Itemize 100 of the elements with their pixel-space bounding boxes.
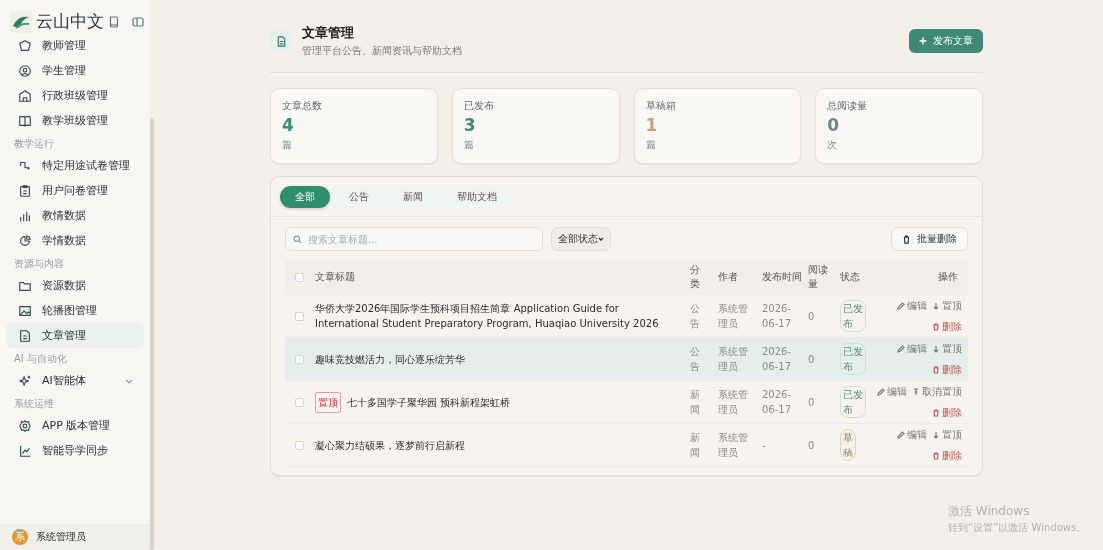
read-count-cell: 0: [808, 396, 815, 408]
stat-label: 总阅读量: [827, 99, 869, 113]
activation-notice-title: 激活 Windows: [948, 503, 1031, 520]
sidebar-item[interactable]: 资源数据: [6, 273, 144, 298]
user-avatar: 系: [12, 529, 28, 545]
column-header: 阅读量: [808, 263, 829, 291]
date-cell-text: 2026-06-17: [762, 388, 793, 417]
delete-button[interactable]: 删除: [932, 402, 962, 423]
edit-button[interactable]: 编辑: [897, 338, 927, 359]
edit-button[interactable]: 编辑: [877, 381, 907, 402]
article-title[interactable]: 七十多国学子聚华园 预科新程架虹桥: [347, 394, 511, 410]
sidebar-item[interactable]: 用户问卷管理: [6, 178, 144, 203]
pencil-icon: [877, 387, 885, 396]
select-all-checkbox[interactable]: [295, 272, 304, 282]
article-title[interactable]: 凝心聚力结硕果，逐梦前行启新程: [315, 437, 465, 453]
nav-section-heading: 教学运行: [13, 137, 55, 151]
pin-button[interactable]: 置顶: [932, 338, 962, 359]
stat-value: 4: [282, 115, 295, 135]
category-tab[interactable]: 帮助文档: [442, 186, 512, 208]
pin-icon: [932, 344, 940, 353]
category-tab[interactable]: 新闻: [388, 186, 438, 208]
article-title[interactable]: 趣味竞技燃活力，同心逐乐绽芳华: [315, 351, 465, 367]
sidebar-item[interactable]: 轮播图管理: [6, 298, 144, 323]
category-tab[interactable]: 全部: [280, 186, 330, 208]
status-badge: 已发布: [840, 386, 866, 418]
chevron-down-icon: [598, 236, 604, 242]
pencil-icon: [897, 430, 905, 439]
trash-icon: [902, 234, 911, 244]
status-filter-dropdown[interactable]: 全部状态: [551, 227, 611, 251]
category-tab[interactable]: 公告: [334, 186, 384, 208]
sidebar-item[interactable]: AI智能体: [6, 368, 144, 393]
sidebar-item[interactable]: APP 版本管理: [6, 413, 144, 438]
table-row[interactable]: 置顶 七十多国学子聚华园 预科新程架虹桥 新闻 系统管理员 2026-06-17 0 已发布 编辑 取消置顶 删除: [285, 381, 968, 424]
sidebar-toggle-icon[interactable]: [132, 15, 144, 28]
read-count-cell: 0: [808, 439, 815, 451]
pinned-tag: 置顶: [315, 391, 341, 413]
bulk-delete-button[interactable]: 批量删除: [891, 227, 968, 251]
date-cell-text: 2026-06-17: [762, 302, 793, 331]
column-header: 文章标题: [315, 270, 355, 284]
plus-icon: [919, 37, 927, 45]
unpin-button[interactable]: 取消置顶: [912, 381, 962, 402]
nav-section-heading: 系统运维: [13, 397, 55, 411]
page-subtitle: 管理平台公告、新闻资讯与帮助文档: [302, 44, 462, 58]
category-cell-text: 公告: [690, 302, 701, 331]
edit-button[interactable]: 编辑: [897, 424, 927, 445]
nav-section-heading: 资源与内容: [13, 257, 65, 271]
row-checkbox[interactable]: [295, 354, 304, 364]
table-row[interactable]: 凝心聚力结硕果，逐梦前行启新程 新闻 系统管理员 - 0 草稿 编辑 置顶 删除: [285, 424, 968, 467]
pin-button[interactable]: 置顶: [932, 295, 962, 316]
page-title: 文章管理: [302, 24, 355, 42]
sidebar-item[interactable]: 教情数据: [6, 203, 144, 228]
table-row[interactable]: 趣味竞技燃活力，同心逐乐绽芳华 公告 系统管理员 2026-06-17 0 已发布 编辑 置顶 删除: [285, 338, 968, 381]
column-header: 发布时间: [762, 270, 802, 284]
sidebar-item[interactable]: 智能导学同步: [6, 438, 144, 463]
column-header: 分类: [690, 263, 701, 291]
column-header: 作者: [718, 270, 738, 284]
stat-label: 文章总数: [282, 99, 323, 113]
pencil-icon: [897, 344, 905, 353]
sidebar-item[interactable]: 行政班级管理: [6, 83, 144, 108]
pin-icon: [932, 430, 940, 439]
user-circle-icon: [18, 63, 32, 78]
search-field[interactable]: 搜索文章标题...: [285, 227, 543, 251]
article-title[interactable]: 华侨大学2026年国际学生预科项目招生简章 Application Guide for International Student Preparatory Program, Huaqiao University 2026: [315, 301, 680, 331]
sidebar-item[interactable]: 学情数据: [6, 228, 144, 253]
pin-button[interactable]: 置顶: [932, 424, 962, 445]
trash-icon: [932, 408, 940, 417]
status-badge: 已发布: [840, 300, 866, 332]
row-checkbox[interactable]: [295, 397, 304, 407]
category-cell-text: 新闻: [690, 431, 701, 460]
read-count-cell: 0: [808, 353, 815, 365]
phone-icon: [108, 15, 120, 28]
stat-unit: 篇: [282, 138, 293, 152]
delete-button[interactable]: 删除: [932, 316, 962, 337]
trash-icon: [932, 451, 940, 460]
publish-article-button[interactable]: 发布文章: [909, 29, 983, 53]
sparkle-icon: [18, 373, 32, 388]
row-checkbox[interactable]: [295, 440, 304, 450]
sidebar-item[interactable]: 文章管理: [6, 323, 144, 348]
stat-value: 0: [827, 115, 841, 135]
delete-button[interactable]: 删除: [932, 445, 962, 466]
book-icon: [18, 113, 32, 128]
image-icon: [18, 303, 32, 318]
delete-button[interactable]: 删除: [932, 359, 962, 380]
stat-value: 1: [645, 115, 659, 135]
category-cell-text: 新闻: [690, 388, 701, 417]
sidebar-item[interactable]: 特定用途试卷管理: [6, 153, 144, 178]
stat-unit: 篇: [645, 138, 657, 152]
chart-line-icon: [18, 443, 32, 458]
status-badge: 已发布: [840, 343, 866, 375]
sidebar-item[interactable]: 教学班级管理: [6, 108, 144, 133]
search-icon: [293, 234, 302, 244]
sidebar-item[interactable]: 学生管理: [6, 58, 144, 83]
edit-button[interactable]: 编辑: [897, 295, 927, 316]
building-icon: [18, 88, 32, 103]
author-cell-text: 系统管理员: [718, 388, 748, 417]
pin-icon: [932, 301, 940, 310]
row-checkbox[interactable]: [295, 311, 304, 321]
nav-section-heading: AI 与自动化: [13, 352, 68, 366]
sidebar-item[interactable]: 教师管理: [6, 33, 144, 58]
trash-icon: [932, 322, 940, 331]
